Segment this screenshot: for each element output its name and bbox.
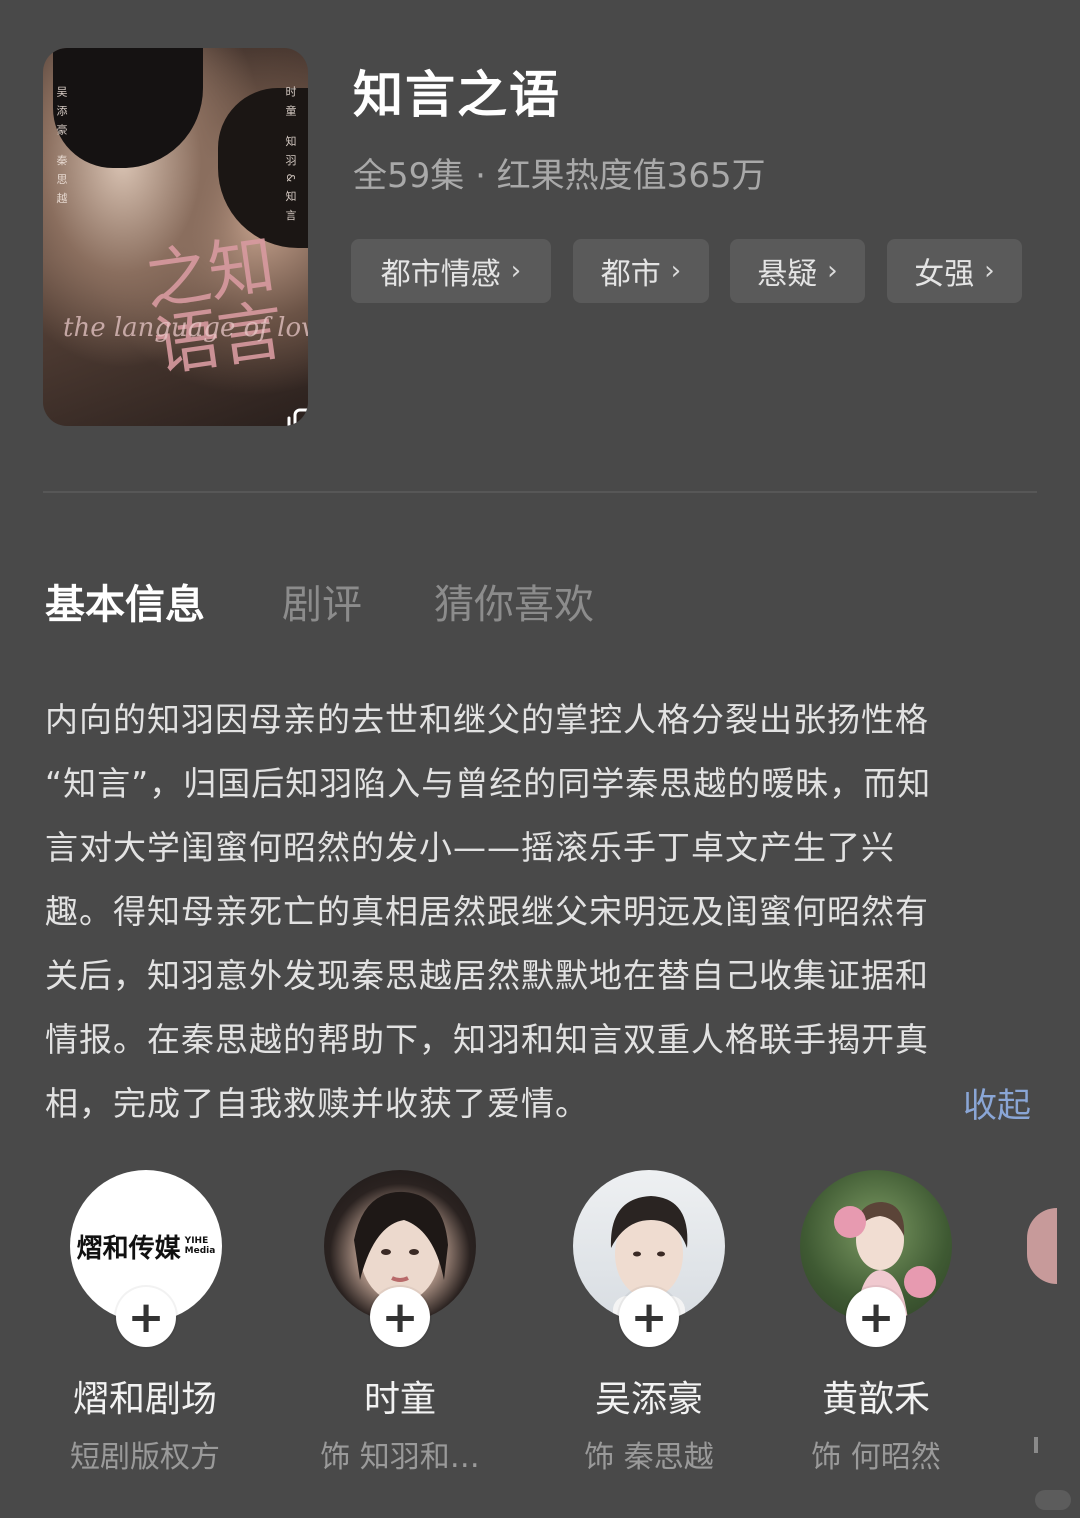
tag-nvqiang[interactable]: 女强 › <box>887 239 1022 303</box>
collapse-button[interactable]: 收起 <box>963 1078 1031 1127</box>
cast-name[interactable]: 时童 <box>300 1370 500 1422</box>
drama-meta: 全59集 · 红果热度值365万 <box>353 156 766 196</box>
synopsis-line: 关后，知羽意外发现秦思越居然默默地在替自己收集证据和 <box>45 956 929 995</box>
cast-role: 短剧版权方 <box>70 1440 220 1475</box>
tab-reviews[interactable]: 剧评 <box>282 572 362 630</box>
gallery-icon[interactable] <box>285 408 308 426</box>
cast-role: 饰 何昭然 <box>811 1440 941 1475</box>
tag-xuanyi[interactable]: 悬疑 › <box>730 239 865 303</box>
synopsis-line: 内向的知羽因母亲的去世和继父的掌控人格分裂出张扬性格 <box>45 700 929 739</box>
tag-label: 都市情感 <box>380 257 501 292</box>
poster-figure-hair <box>53 48 203 168</box>
chevron-right-icon: › <box>510 256 522 286</box>
follow-plus-button[interactable]: + <box>619 1287 679 1347</box>
tag-label: 女强 <box>914 257 975 292</box>
cast-name[interactable]: 吴添豪 <box>549 1370 749 1422</box>
drama-poster[interactable]: 吴添豪 秦思越 时童 知羽&知言 知言之语 the language of lo… <box>43 48 308 426</box>
synopsis-line: 趣。得知母亲死亡的真相居然跟继父宋明远及闺蜜何昭然有 <box>45 892 929 931</box>
poster-script-text: the language of love <box>63 313 308 343</box>
watermark-badge <box>1035 1490 1071 1510</box>
tag-label: 都市 <box>600 257 661 292</box>
follow-plus-button[interactable]: + <box>846 1287 906 1347</box>
chevron-right-icon: › <box>827 256 838 286</box>
logo-subtext-line: Media <box>184 1246 216 1256</box>
logo-text: 熠和传媒 <box>76 1233 181 1264</box>
cast-name[interactable]: 黄歆禾 <box>776 1370 976 1422</box>
logo-subtext-line: YIHE <box>184 1236 209 1246</box>
follow-plus-button[interactable]: + <box>370 1287 430 1347</box>
chevron-right-icon: › <box>984 256 995 286</box>
cast-name[interactable]: 熠和剧场 <box>45 1370 245 1422</box>
chevron-right-icon: › <box>670 256 682 286</box>
synopsis-line: “知言”，归国后知羽陷入与曾经的同学秦思越的暧昧，而知 <box>45 764 932 803</box>
tag-dushi-qinggan[interactable]: 都市情感 › <box>351 239 551 303</box>
drama-title: 知言之语 <box>353 66 561 124</box>
tag-label: 悬疑 <box>757 257 818 292</box>
logo-subtext: YIHE Media <box>185 1236 216 1256</box>
section-divider <box>43 491 1037 493</box>
synopsis-line: 言对大学闺蜜何昭然的发小——摇滚乐手丁卓文产生了兴 <box>45 828 895 867</box>
tab-basic-info[interactable]: 基本信息 <box>45 572 205 630</box>
follow-plus-button[interactable]: + <box>116 1287 176 1347</box>
poster-credit-left: 吴添豪 秦思越 <box>55 86 68 212</box>
tag-dushi[interactable]: 都市 › <box>573 239 709 303</box>
synopsis: 内向的知羽因母亲的去世和继父的掌控人格分裂出张扬性格 “知言”，归国后知羽陷入与… <box>45 688 1037 1136</box>
cast-role-partial <box>1034 1437 1038 1453</box>
cast-role: 饰 知羽和… <box>320 1440 480 1475</box>
synopsis-line: 情报。在秦思越的帮助下，知羽和知言双重人格联手揭开真 <box>45 1020 929 1059</box>
poster-credit-right: 时童 知羽&知言 <box>284 86 297 229</box>
synopsis-line: 相，完成了自我救赎并收获了爱情。 <box>45 1084 589 1123</box>
tab-recommendations[interactable]: 猜你喜欢 <box>434 572 594 630</box>
avatar-next-partial[interactable] <box>1027 1208 1057 1284</box>
cast-role: 饰 秦思越 <box>584 1440 714 1475</box>
